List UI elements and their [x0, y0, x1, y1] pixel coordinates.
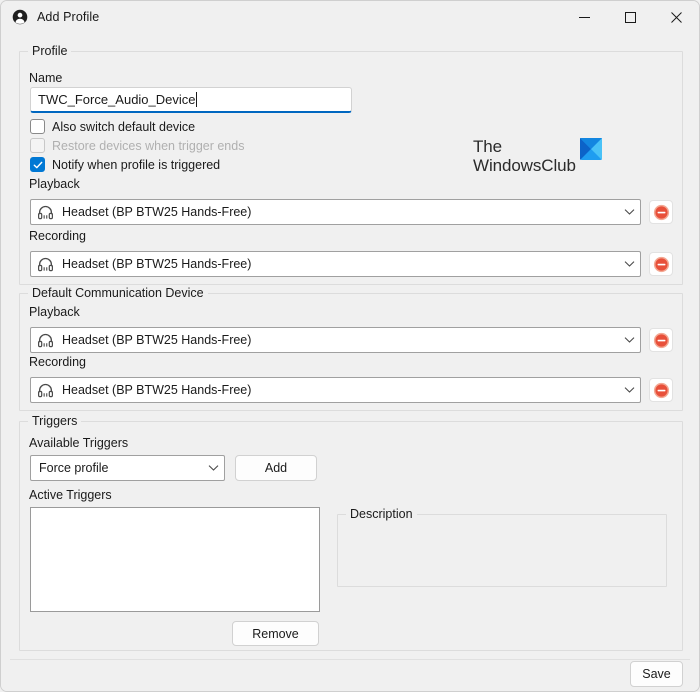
checkbox-also-switch-default-device[interactable]: Also switch default device — [30, 119, 195, 134]
logo-text-block: The WindowsClub — [473, 137, 576, 175]
text-caret — [195, 92, 197, 107]
description-group: Description — [337, 507, 667, 587]
profile-playback-combo[interactable]: Headset (BP BTW25 Hands-Free) — [30, 199, 641, 225]
logo-line-1: The — [473, 137, 502, 156]
headset-icon — [37, 204, 54, 221]
minus-circle-icon — [653, 382, 669, 398]
active-triggers-label: Active Triggers — [29, 488, 112, 502]
comm-recording-value: Headset (BP BTW25 Hands-Free) — [62, 383, 252, 397]
profile-playback-label: Playback — [29, 177, 80, 191]
checkbox-label: Restore devices when trigger ends — [52, 138, 245, 153]
chevron-down-icon[interactable] — [202, 464, 224, 472]
maximize-icon — [624, 11, 636, 23]
maximize-button[interactable] — [607, 1, 653, 33]
window-controls — [561, 1, 699, 33]
checkmark-icon — [33, 161, 42, 168]
profile-playback-value: Headset (BP BTW25 Hands-Free) — [62, 205, 252, 219]
dialog-content: Profile Name TWC_Force_Audio_Device Also… — [1, 33, 699, 691]
profile-recording-label: Recording — [29, 229, 86, 243]
chevron-down-icon[interactable] — [618, 336, 640, 344]
default-communication-device-group-title: Default Communication Device — [28, 286, 208, 300]
profile-name-value: TWC_Force_Audio_Device — [38, 92, 196, 107]
headset-icon — [37, 332, 54, 349]
profile-recording-remove-button[interactable] — [649, 252, 673, 276]
profile-recording-value: Headset (BP BTW25 Hands-Free) — [62, 257, 252, 271]
add-trigger-button[interactable]: Add — [235, 455, 317, 481]
headset-icon — [37, 256, 54, 273]
comm-recording-label: Recording — [29, 355, 86, 369]
comm-playback-remove-button[interactable] — [649, 328, 673, 352]
chevron-down-icon[interactable] — [618, 260, 640, 268]
chevron-down-icon[interactable] — [618, 208, 640, 216]
checkbox-notify-when-profile-is-triggered[interactable]: Notify when profile is triggered — [30, 157, 220, 172]
windowsclub-logo: The WindowsClub — [473, 137, 602, 175]
headset-icon — [37, 382, 54, 399]
windowsclub-mark-icon — [579, 138, 602, 160]
checkbox-box[interactable] — [30, 119, 45, 134]
minimize-icon — [578, 16, 590, 18]
minus-circle-icon — [653, 256, 669, 272]
logo-line-2: WindowsClub — [473, 156, 576, 175]
title-bar-left: Add Profile — [1, 1, 561, 33]
minus-circle-icon — [653, 204, 669, 220]
name-label: Name — [29, 71, 63, 85]
profile-playback-remove-button[interactable] — [649, 200, 673, 224]
active-triggers-listbox[interactable] — [30, 507, 320, 612]
window-title: Add Profile — [37, 10, 100, 24]
close-button[interactable] — [653, 1, 699, 33]
description-group-title: Description — [346, 507, 417, 521]
account-person-icon — [12, 9, 28, 25]
minimize-button[interactable] — [561, 1, 607, 33]
comm-playback-combo[interactable]: Headset (BP BTW25 Hands-Free) — [30, 327, 641, 353]
add-profile-window: Add Profile Profile Name TWC_Force_Audio… — [0, 0, 700, 692]
title-bar: Add Profile — [1, 1, 699, 33]
remove-trigger-button[interactable]: Remove — [232, 621, 319, 646]
available-triggers-value: Force profile — [39, 461, 109, 475]
triggers-group-title: Triggers — [28, 414, 82, 428]
comm-recording-combo[interactable]: Headset (BP BTW25 Hands-Free) — [30, 377, 641, 403]
comm-playback-value: Headset (BP BTW25 Hands-Free) — [62, 333, 252, 347]
profile-group-title: Profile — [28, 44, 72, 58]
checkbox-box[interactable] — [30, 157, 45, 172]
checkbox-restore-devices-when-trigger-ends: Restore devices when trigger ends — [30, 138, 244, 153]
available-triggers-combo[interactable]: Force profile — [30, 455, 225, 481]
close-icon — [670, 11, 682, 23]
chevron-down-icon[interactable] — [618, 386, 640, 394]
checkbox-label: Notify when profile is triggered — [52, 157, 221, 172]
available-triggers-label: Available Triggers — [29, 436, 129, 450]
footer-divider — [10, 659, 690, 660]
minus-circle-icon — [653, 332, 669, 348]
profile-name-input[interactable]: TWC_Force_Audio_Device — [30, 87, 352, 113]
comm-playback-label: Playback — [29, 305, 80, 319]
profile-recording-combo[interactable]: Headset (BP BTW25 Hands-Free) — [30, 251, 641, 277]
comm-recording-remove-button[interactable] — [649, 378, 673, 402]
save-button[interactable]: Save — [630, 661, 683, 687]
checkbox-box — [30, 138, 45, 153]
checkbox-label: Also switch default device — [52, 119, 196, 134]
